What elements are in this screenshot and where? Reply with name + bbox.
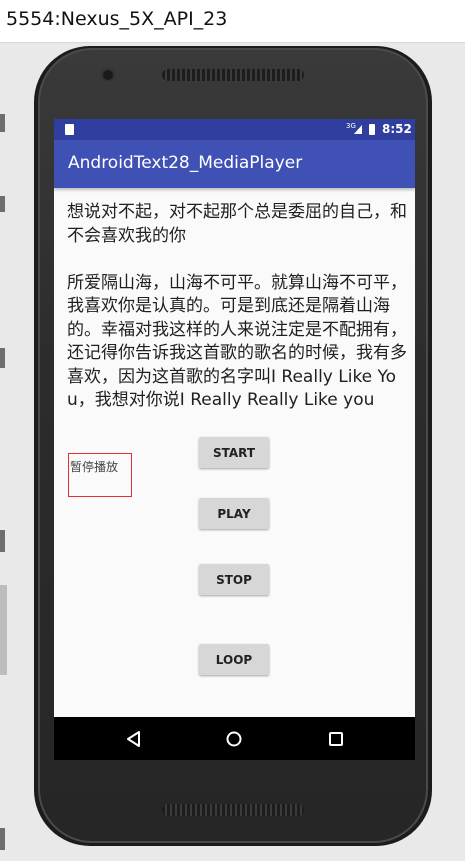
status-bar: 3G 8:52 <box>54 119 415 140</box>
sd-card-icon <box>65 124 74 135</box>
lyrics-text: 想说对不起，对不起那个总是委屈的自己，和不会喜欢我的你 所爱隔山海，山海不可平。… <box>67 202 407 410</box>
recents-button[interactable] <box>306 717 366 760</box>
loop-button[interactable]: LOOP <box>199 644 269 675</box>
background-fragment <box>0 585 7 675</box>
home-circle-icon <box>226 731 242 746</box>
background-fragment <box>0 530 5 552</box>
background-fragment <box>0 828 5 850</box>
app-title: AndroidText28_MediaPlayer <box>68 153 303 173</box>
background-fragment <box>0 348 5 368</box>
device-screen: 3G 8:52 AndroidText28_MediaPlayer 想说对不起，… <box>54 119 415 760</box>
background-fragment <box>0 114 5 132</box>
recents-square-icon <box>329 731 343 746</box>
emulator-window: 5554:Nexus_5X_API_23 3G 8:52 AndroidText… <box>0 0 465 861</box>
bottom-speaker-grille <box>162 804 304 816</box>
stop-button[interactable]: STOP <box>199 564 269 595</box>
front-camera <box>103 70 113 80</box>
background-fragment <box>0 196 5 212</box>
start-button[interactable]: START <box>199 437 269 468</box>
play-button[interactable]: PLAY <box>199 498 269 529</box>
navigation-bar <box>54 717 415 760</box>
top-speaker-grille <box>162 69 304 81</box>
status-time: 8:52 <box>382 122 412 136</box>
battery-icon <box>369 124 375 135</box>
home-button[interactable] <box>204 717 264 760</box>
back-button[interactable] <box>104 717 164 760</box>
window-title-bar[interactable]: 5554:Nexus_5X_API_23 <box>0 0 465 43</box>
window-title: 5554:Nexus_5X_API_23 <box>6 8 228 30</box>
signal-icon <box>354 125 362 134</box>
app-bar: AndroidText28_MediaPlayer <box>54 140 415 188</box>
playback-status-label: 暂停播放 <box>68 453 132 497</box>
back-triangle-icon <box>127 730 140 747</box>
